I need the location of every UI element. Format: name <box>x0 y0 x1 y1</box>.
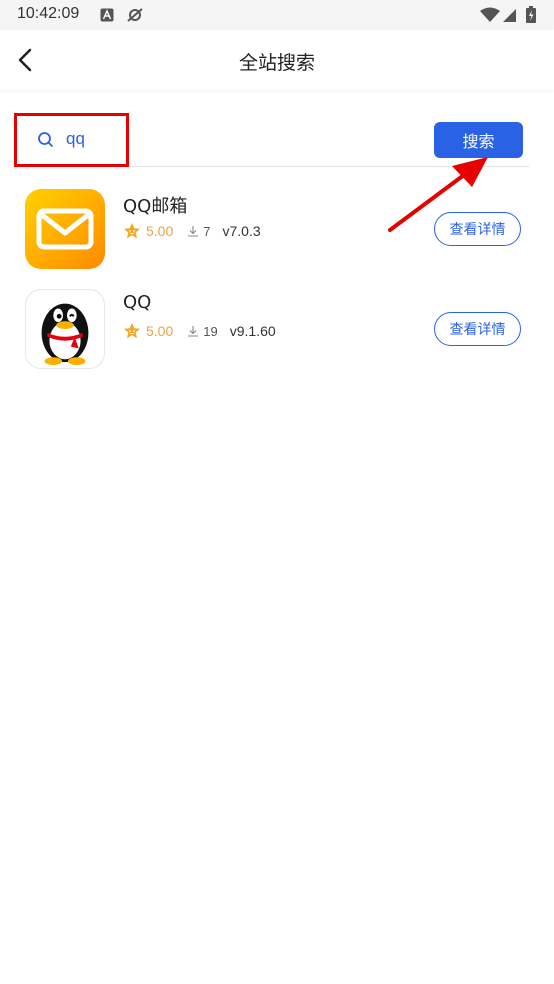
download-count: 19 <box>203 323 218 339</box>
download-icon <box>188 326 199 337</box>
page-title: 全站搜索 <box>238 52 315 74</box>
notification-a-icon <box>100 8 114 22</box>
cell-signal-icon <box>503 9 516 22</box>
star-icon <box>124 223 140 239</box>
download-count: 7 <box>203 223 211 239</box>
star-icon <box>124 323 140 339</box>
rating-value: 5.00 <box>146 323 174 339</box>
qq-mail-app-icon <box>25 189 105 269</box>
status-time: 10:42:09 <box>17 5 80 22</box>
sync-icon <box>127 8 143 22</box>
app-meta: 5.00 19 v9.1.60 <box>123 321 276 341</box>
status-bar: 10:42:09 <box>0 0 554 30</box>
battery-icon <box>526 6 536 23</box>
annotation-highlight-box <box>14 113 129 167</box>
app-name: QQ <box>123 292 152 313</box>
app-meta: 5.00 7 v7.0.3 <box>123 221 261 241</box>
view-details-button[interactable]: 查看详情 <box>434 212 521 246</box>
wifi-icon <box>480 7 500 22</box>
result-item-qq-mail[interactable]: QQ邮箱 5.00 7 v7.0.3 查看详情 <box>0 189 554 269</box>
qq-app-icon <box>25 289 105 369</box>
view-details-button[interactable]: 查看详情 <box>434 312 521 346</box>
mail-icon <box>25 189 105 269</box>
rating-value: 5.00 <box>146 223 174 239</box>
app-version: v9.1.60 <box>229 323 276 339</box>
app-version: v7.0.3 <box>222 223 261 239</box>
app-name: QQ邮箱 <box>123 196 188 217</box>
header: 全站搜索 <box>0 30 554 90</box>
result-item-qq[interactable]: QQ 5.00 19 v9.1.60 查看详情 <box>0 289 554 369</box>
penguin-icon <box>26 290 104 368</box>
download-icon <box>188 226 199 237</box>
